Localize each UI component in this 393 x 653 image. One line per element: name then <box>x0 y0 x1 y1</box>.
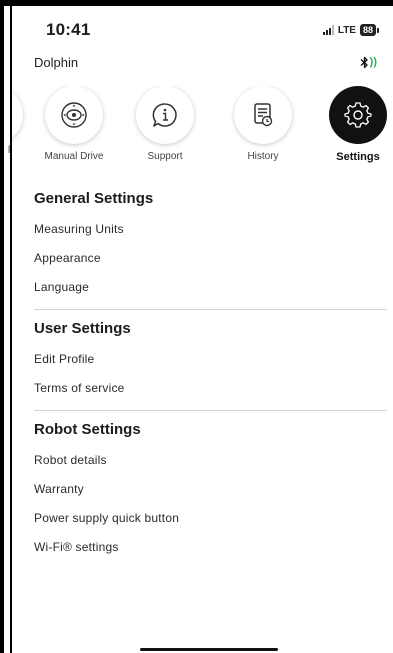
settings-item-robot-details[interactable]: Robot details <box>34 446 387 475</box>
settings-item-measuring-units[interactable]: Measuring Units <box>34 215 387 244</box>
settings-list: General Settings Measuring Units Appeara… <box>34 188 387 562</box>
info-chat-icon <box>152 103 177 127</box>
tab-label: History <box>247 151 279 162</box>
joystick-icon <box>61 102 87 128</box>
settings-item-edit-profile[interactable]: Edit Profile <box>34 345 387 374</box>
tab-history[interactable]: History <box>223 86 303 162</box>
settings-item-warranty[interactable]: Warranty <box>34 475 387 504</box>
network-type: LTE <box>337 24 356 36</box>
gear-icon <box>344 102 372 128</box>
history-document-icon <box>254 103 273 127</box>
settings-item-language[interactable]: Language <box>34 273 387 302</box>
section-user-settings: User Settings Edit Profile Terms of serv… <box>34 318 387 403</box>
tab-settings[interactable]: Settings <box>318 86 393 163</box>
home-indicator[interactable] <box>140 648 278 651</box>
tab-support[interactable]: Support <box>125 86 205 162</box>
tab-partial[interactable] <box>12 86 34 144</box>
tab-label: Support <box>147 151 183 162</box>
tab-manual-drive[interactable]: Manual Drive <box>34 86 114 162</box>
status-bar: 10:41 LTE 88 <box>12 6 393 52</box>
section-title: Robot Settings <box>34 421 141 438</box>
section-title: User Settings <box>34 320 131 337</box>
section-robot-settings: Robot Settings Robot details Warranty Po… <box>34 419 387 562</box>
partial-tab-icon <box>12 86 23 144</box>
tab-bar: Manual Drive Support History Settings <box>12 86 393 166</box>
bluetooth-icon <box>360 56 368 68</box>
tab-label: Settings <box>336 151 380 163</box>
connection-status[interactable]: )) <box>360 56 377 69</box>
status-time: 10:41 <box>46 20 91 39</box>
settings-item-wifi-settings[interactable]: Wi-Fi® settings <box>34 533 387 562</box>
device-header: Dolphin )) <box>34 52 377 72</box>
tab-label: Manual Drive <box>44 151 104 162</box>
signal-waves-icon: )) <box>369 56 377 68</box>
battery-level: 88 <box>359 24 376 36</box>
signal-icon <box>322 25 334 35</box>
device-name: Dolphin <box>34 54 79 70</box>
section-title: General Settings <box>34 190 154 207</box>
settings-item-appearance[interactable]: Appearance <box>34 244 387 273</box>
section-general-settings: General Settings Measuring Units Appeara… <box>34 188 387 302</box>
status-indicators: LTE 88 <box>322 24 379 36</box>
partial-tab-label: l <box>8 145 11 156</box>
settings-item-terms-of-service[interactable]: Terms of service <box>34 374 387 403</box>
settings-item-power-supply-quick-button[interactable]: Power supply quick button <box>34 504 387 533</box>
battery-icon: 88 <box>359 24 379 36</box>
